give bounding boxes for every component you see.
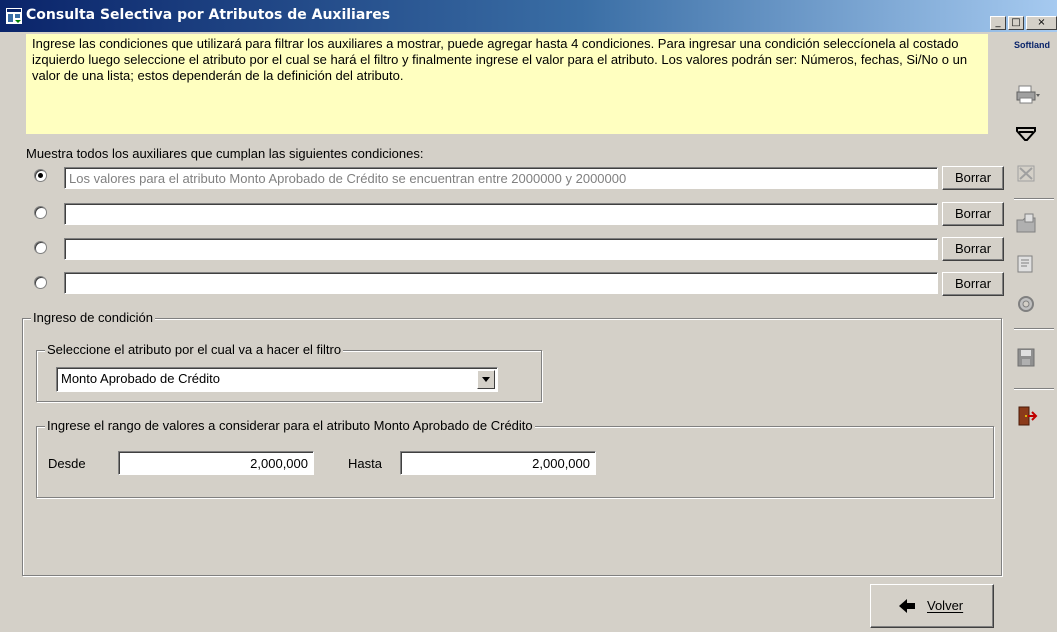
borrar-button-1[interactable]: Borrar	[942, 166, 1004, 190]
rango-legend: Ingrese el rango de valores a considerar…	[45, 418, 535, 433]
hasta-input[interactable]: 2,000,000	[400, 451, 596, 475]
settings-icon[interactable]	[1014, 292, 1040, 316]
borrar-button-3[interactable]: Borrar	[942, 237, 1004, 261]
arrow-left-icon	[899, 599, 915, 613]
excel-icon[interactable]	[1014, 162, 1040, 186]
properties-icon[interactable]	[1014, 252, 1040, 276]
minimize-button[interactable]: _	[990, 16, 1006, 30]
window-title: Consulta Selectiva por Atributos de Auxi…	[26, 7, 391, 23]
radio-selected-dot	[38, 173, 43, 178]
instructions-panel: Ingrese las condiciones que utilizará pa…	[26, 34, 988, 134]
volver-label: Volver	[927, 598, 964, 613]
maximize-button[interactable]: □	[1008, 16, 1024, 30]
borrar-button-4[interactable]: Borrar	[942, 272, 1004, 296]
title-bar[interactable]: Consulta Selectiva por Atributos de Auxi…	[0, 0, 1057, 32]
atributo-selected-value: Monto Aprobado de Crédito	[61, 371, 220, 386]
condition-radio-4[interactable]	[34, 276, 47, 289]
condition-field-2[interactable]	[64, 203, 938, 225]
condition-radio-3[interactable]	[34, 241, 47, 254]
condition-radio-1[interactable]	[34, 169, 47, 182]
instructions-text: Ingrese las condiciones que utilizará pa…	[32, 36, 968, 83]
ingreso-condicion-legend: Ingreso de condición	[31, 310, 155, 325]
filter-icon[interactable]	[1014, 122, 1040, 146]
exit-door-icon[interactable]	[1014, 404, 1040, 428]
close-button[interactable]: ×	[1026, 16, 1057, 30]
borrar-button-2[interactable]: Borrar	[942, 202, 1004, 226]
printer-icon[interactable]	[1014, 82, 1040, 106]
brand-logo: Softland	[1014, 40, 1050, 50]
conditions-label: Muestra todos los auxiliares que cumplan…	[26, 146, 424, 161]
condition-radio-2[interactable]	[34, 206, 47, 219]
condition-field-1[interactable]: Los valores para el atributo Monto Aprob…	[64, 167, 938, 189]
right-toolbar: Softland	[1006, 36, 1057, 632]
volver-button[interactable]: Volver	[870, 584, 994, 628]
condition-field-3[interactable]	[64, 238, 938, 260]
save-icon[interactable]	[1014, 346, 1040, 370]
desde-label: Desde	[48, 456, 86, 471]
toolbar-separator	[1014, 388, 1054, 390]
atributo-legend: Seleccione el atributo por el cual va a …	[45, 342, 344, 357]
chevron-down-icon[interactable]	[477, 370, 495, 389]
open-folder-icon[interactable]	[1014, 212, 1040, 236]
desde-input[interactable]: 2,000,000	[118, 451, 314, 475]
app-window-icon	[6, 8, 22, 24]
atributo-select[interactable]: Monto Aprobado de Crédito	[56, 367, 498, 392]
condition-field-4[interactable]	[64, 272, 938, 294]
toolbar-separator	[1014, 198, 1054, 200]
hasta-label: Hasta	[348, 456, 382, 471]
toolbar-separator	[1014, 328, 1054, 330]
